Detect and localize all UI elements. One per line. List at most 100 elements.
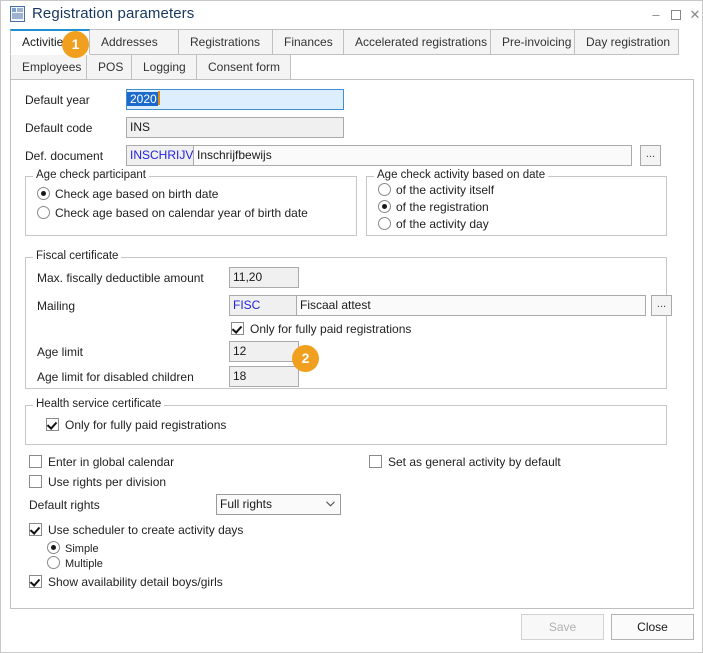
document-list-icon bbox=[10, 6, 25, 22]
def-document-name-input[interactable]: Inschrijfbewijs bbox=[193, 145, 632, 166]
radio-mark bbox=[378, 183, 391, 196]
radio-scheduler-simple[interactable]: Simple bbox=[47, 541, 99, 555]
tab-label: Registrations bbox=[190, 35, 260, 49]
age-limit-label: Age limit bbox=[37, 345, 83, 359]
mailing-name-input[interactable]: Fiscaal attest bbox=[296, 295, 646, 316]
show-availability-detail-checkbox[interactable]: Show availability detail boys/girls bbox=[29, 575, 223, 589]
mailing-browse-button[interactable]: ... bbox=[651, 295, 672, 316]
checkbox-label: Use scheduler to create activity days bbox=[48, 523, 243, 537]
tab-pos[interactable]: POS bbox=[86, 54, 132, 80]
radio-of-the-registration[interactable]: of the registration bbox=[378, 200, 489, 214]
tab-row-primary: Activities Addresses Registrations Finan… bbox=[10, 29, 702, 55]
close-button[interactable]: Close bbox=[611, 614, 694, 640]
checkbox-box bbox=[29, 523, 42, 536]
minimize-button[interactable]: – bbox=[646, 6, 666, 24]
checkbox-box bbox=[29, 575, 42, 588]
tab-label: Day registration bbox=[586, 35, 670, 49]
default-code-input[interactable]: INS bbox=[126, 117, 344, 138]
text-caret bbox=[158, 91, 160, 105]
default-year-input[interactable]: 2020 bbox=[126, 89, 344, 110]
def-document-label: Def. document bbox=[25, 149, 103, 163]
tab-finances[interactable]: Finances bbox=[272, 29, 344, 55]
tab-registrations[interactable]: Registrations bbox=[178, 29, 273, 55]
tab-consent-form[interactable]: Consent form bbox=[196, 54, 291, 80]
tab-label: Logging bbox=[143, 60, 186, 74]
checkbox-box bbox=[231, 322, 244, 335]
radio-mark bbox=[37, 187, 50, 200]
mailing-code-input[interactable]: FISC bbox=[229, 295, 297, 316]
health-only-fully-paid-checkbox[interactable]: Only for fully paid registrations bbox=[46, 418, 226, 432]
activities-panel: Default year 2020 Default code INS Def. … bbox=[10, 80, 694, 609]
radio-of-the-activity-day[interactable]: of the activity day bbox=[378, 217, 489, 231]
def-document-browse-button[interactable]: ... bbox=[640, 145, 661, 166]
checkbox-box bbox=[369, 455, 382, 468]
use-scheduler-checkbox[interactable]: Use scheduler to create activity days bbox=[29, 523, 243, 537]
age-limit-disabled-children-input[interactable]: 18 bbox=[229, 366, 299, 387]
radio-label: Simple bbox=[65, 543, 99, 555]
radio-label: Multiple bbox=[65, 558, 103, 570]
max-deductible-amount-label: Max. fiscally deductible amount bbox=[37, 271, 204, 285]
tab-day-registration[interactable]: Day registration bbox=[574, 29, 679, 55]
checkbox-label: Show availability detail boys/girls bbox=[48, 575, 223, 589]
radio-label: Check age based on calendar year of birt… bbox=[55, 206, 308, 220]
tab-label: POS bbox=[98, 60, 123, 74]
radio-mark bbox=[47, 541, 60, 554]
default-year-selected-text: 2020 bbox=[127, 92, 158, 106]
age-check-participant-group: Age check participant Check age based on… bbox=[25, 176, 357, 236]
title-bar: Registration parameters – ✕ bbox=[1, 1, 702, 28]
tab-label: Addresses bbox=[101, 35, 158, 49]
radio-scheduler-multiple[interactable]: Multiple bbox=[47, 556, 103, 570]
registration-parameters-window: Registration parameters – ✕ Activities A… bbox=[0, 0, 703, 653]
save-button[interactable]: Save bbox=[521, 614, 604, 640]
close-icon[interactable]: ✕ bbox=[685, 6, 703, 24]
checkbox-label: Only for fully paid registrations bbox=[250, 322, 411, 336]
def-document-code-input[interactable]: INSCHRIJV bbox=[126, 145, 194, 166]
tab-accelerated-registrations[interactable]: Accelerated registrations bbox=[343, 29, 491, 55]
tab-pre-invoicing[interactable]: Pre-invoicing bbox=[490, 29, 575, 55]
chevron-down-icon bbox=[326, 501, 335, 507]
radio-mark bbox=[37, 206, 50, 219]
enter-in-global-calendar-checkbox[interactable]: Enter in global calendar bbox=[29, 455, 174, 469]
max-deductible-amount-input[interactable]: 11,20 bbox=[229, 267, 299, 288]
radio-label: Check age based on birth date bbox=[55, 187, 218, 201]
tab-label: Accelerated registrations bbox=[355, 35, 487, 49]
health-service-certificate-group: Health service certificate Only for full… bbox=[25, 405, 667, 445]
age-check-participant-title: Age check participant bbox=[33, 169, 149, 181]
maximize-button[interactable] bbox=[666, 6, 686, 24]
tab-row-secondary: Employees POS Logging Consent form bbox=[10, 54, 290, 80]
fiscal-only-fully-paid-checkbox[interactable]: Only for fully paid registrations bbox=[231, 322, 411, 336]
annotation-badge-1: 1 bbox=[62, 31, 89, 58]
default-year-label: Default year bbox=[25, 93, 90, 107]
radio-check-age-birth-date[interactable]: Check age based on birth date bbox=[37, 187, 218, 201]
radio-mark bbox=[378, 200, 391, 213]
tab-label: Pre-invoicing bbox=[502, 35, 571, 49]
radio-check-age-calendar-year[interactable]: Check age based on calendar year of birt… bbox=[37, 206, 308, 220]
use-rights-per-division-checkbox[interactable]: Use rights per division bbox=[29, 475, 166, 489]
radio-label: of the activity day bbox=[396, 217, 489, 231]
age-check-activity-group: Age check activity based on date of the … bbox=[366, 176, 667, 236]
checkbox-label: Set as general activity by default bbox=[388, 455, 561, 469]
age-limit-input[interactable]: 12 bbox=[229, 341, 299, 362]
checkbox-box bbox=[29, 455, 42, 468]
fiscal-certificate-title: Fiscal certificate bbox=[33, 250, 121, 262]
tab-logging[interactable]: Logging bbox=[131, 54, 197, 80]
default-code-label: Default code bbox=[25, 121, 92, 135]
tab-label: Finances bbox=[284, 35, 333, 49]
tab-strip: Activities Addresses Registrations Finan… bbox=[1, 28, 702, 80]
set-as-general-activity-checkbox[interactable]: Set as general activity by default bbox=[369, 455, 561, 469]
window-title: Registration parameters bbox=[32, 5, 194, 22]
tab-addresses[interactable]: Addresses bbox=[89, 29, 179, 55]
radio-mark bbox=[47, 556, 60, 569]
radio-label: of the registration bbox=[396, 200, 489, 214]
checkbox-box bbox=[29, 475, 42, 488]
radio-label: of the activity itself bbox=[396, 183, 494, 197]
tab-label: Employees bbox=[22, 60, 81, 74]
radio-mark bbox=[378, 217, 391, 230]
checkbox-box bbox=[46, 418, 59, 431]
default-rights-select[interactable]: Full rights bbox=[216, 494, 341, 515]
age-check-activity-title: Age check activity based on date bbox=[374, 169, 548, 181]
annotation-badge-2: 2 bbox=[292, 345, 319, 372]
tab-label: Consent form bbox=[208, 60, 280, 74]
radio-of-the-activity-itself[interactable]: of the activity itself bbox=[378, 183, 494, 197]
age-limit-disabled-children-label: Age limit for disabled children bbox=[37, 370, 194, 384]
